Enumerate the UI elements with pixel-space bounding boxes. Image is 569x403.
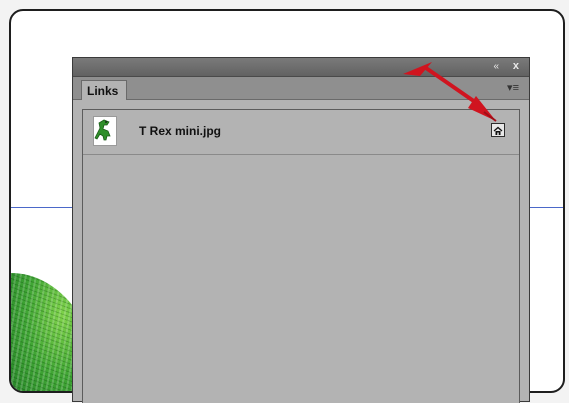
close-icon[interactable]: x [513, 60, 519, 72]
links-list: T Rex mini.jpg [82, 109, 520, 403]
panel-menu-icon[interactable]: ▾≡ [507, 82, 519, 94]
panel-titlebar[interactable]: « x [73, 58, 529, 77]
tab-links-label: Links [87, 84, 119, 98]
panel-tabbar: Links ▾≡ [73, 77, 529, 100]
collapse-panel-icon[interactable]: « [493, 61, 498, 73]
t-rex-thumbnail-icon [93, 116, 117, 146]
link-filename: T Rex mini.jpg [139, 124, 222, 138]
links-panel: « x Links ▾≡ T Rex mini.jpg [72, 57, 530, 403]
tab-links[interactable]: Links [81, 80, 127, 100]
list-item[interactable]: T Rex mini.jpg [83, 110, 519, 155]
linked-home-icon[interactable] [491, 123, 505, 137]
